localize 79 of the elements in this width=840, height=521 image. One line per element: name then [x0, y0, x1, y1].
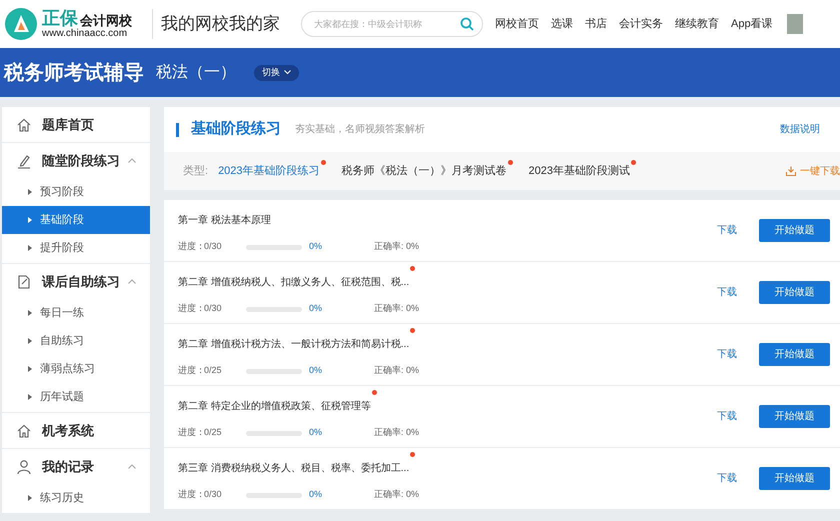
type-tab[interactable]: 税务师《税法（一）》月考测试卷 [342, 164, 507, 177]
progress-count: 0/30 [204, 488, 223, 502]
sidebar-subitem[interactable]: 历年试题 [2, 383, 150, 411]
chevron-down-icon [284, 70, 291, 75]
accuracy-text: 正确率: 0% [374, 240, 420, 254]
logo-url: www.chinaacc.com [42, 29, 128, 39]
progress-label: 进度： [178, 364, 204, 378]
sidebar-subitem[interactable]: 基础阶段 [2, 206, 150, 234]
chapter-title: 第二章 增值税计税方法、一般计税方法和简易计税... [178, 339, 410, 350]
user-icon [16, 458, 32, 474]
type-tab[interactable]: 2023年基础阶段测试 [528, 164, 630, 177]
start-button[interactable]: 开始做题 [759, 343, 830, 366]
progress-percent: 0% [309, 426, 324, 440]
nav-link[interactable]: 选课 [551, 16, 573, 32]
pen-icon [16, 152, 32, 168]
chapter-title: 第二章 特定企业的增值税政策、征税管理等 [178, 401, 371, 412]
progress-label: 进度： [178, 426, 204, 440]
download-icon [786, 166, 796, 176]
sidebar-subitem[interactable]: 预习阶段 [2, 178, 150, 206]
sidebar-item[interactable]: 题库首页 [2, 107, 150, 142]
accuracy-text: 正确率: 0% [374, 364, 420, 378]
data-help-link[interactable]: 数据说明 [780, 122, 820, 137]
section-subtitle: 夯实基础，名师视频答案解析 [295, 122, 425, 137]
download-link[interactable]: 下载 [717, 409, 737, 424]
nav-link[interactable]: 会计实务 [619, 16, 663, 32]
logo-icon [4, 7, 38, 41]
progress-label: 进度： [178, 488, 204, 502]
download-link[interactable]: 下载 [717, 285, 737, 300]
sidebar-item[interactable]: 随堂阶段练习 [2, 143, 150, 178]
download-link[interactable]: 下载 [717, 471, 737, 486]
download-link[interactable]: 下载 [717, 223, 737, 238]
logo-name: 会计网校 [80, 14, 132, 27]
chapter-title: 第一章 税法基本原理 [178, 215, 271, 226]
logo-brand: 正保 [42, 9, 78, 27]
progress-count: 0/25 [204, 364, 223, 378]
progress-label: 进度： [178, 302, 204, 316]
nav-link[interactable]: App看课 [731, 16, 773, 32]
accuracy-text: 正确率: 0% [374, 302, 420, 316]
progress-count: 0/25 [204, 426, 223, 440]
nav-link[interactable]: 网校首页 [495, 16, 539, 32]
chapter-title: 第三章 消费税纳税义务人、税目、税率、委托加工... [178, 463, 410, 474]
nav-link[interactable]: 继续教育 [675, 16, 719, 32]
sidebar-item[interactable]: 我的记录 [2, 449, 150, 484]
subject-title: 税法（一） [156, 62, 236, 82]
chapter-title: 第二章 增值税纳税人、扣缴义务人、征税范围、税... [178, 277, 410, 288]
progress-label: 进度： [178, 240, 204, 254]
accuracy-text: 正确率: 0% [374, 426, 420, 440]
search-icon[interactable] [460, 17, 474, 31]
avatar-placeholder[interactable] [786, 14, 803, 34]
progress-count: 0/30 [204, 302, 223, 316]
type-tab[interactable]: 2023年基础阶段练习 [218, 164, 320, 177]
sidebar-item[interactable]: 机考系统 [2, 413, 150, 448]
house-icon [16, 422, 32, 438]
house-icon [16, 116, 32, 132]
sidebar-subitem[interactable]: 自助练习 [2, 327, 150, 355]
banner-title: 税务师考试辅导 [4, 60, 144, 86]
sidebar-item[interactable]: 课后自助练习 [2, 264, 150, 299]
sidebar-subitem[interactable]: 每日一练 [2, 299, 150, 327]
sidebar-subitem[interactable]: 薄弱点练习 [2, 355, 150, 383]
type-label: 类型: [183, 164, 208, 179]
switch-button[interactable]: 切换 [254, 64, 299, 80]
sidebar-subitem[interactable]: 提升阶段 [2, 234, 150, 262]
start-button[interactable]: 开始做题 [759, 405, 830, 428]
start-button[interactable]: 开始做题 [759, 219, 830, 242]
progress-percent: 0% [309, 302, 324, 316]
nav-link[interactable]: 书店 [585, 16, 607, 32]
accuracy-text: 正确率: 0% [374, 488, 420, 502]
slogan: 我的网校我的家 [161, 13, 281, 36]
section-title: 基础阶段练习 [191, 119, 281, 140]
sidebar-subitem[interactable]: 练习历史 [2, 484, 150, 512]
progress-percent: 0% [309, 488, 324, 502]
start-button[interactable]: 开始做题 [759, 281, 830, 304]
progress-count: 0/30 [204, 240, 223, 254]
download-link[interactable]: 下载 [717, 347, 737, 362]
search-field[interactable]: 大家都在搜：中级会计职称 [301, 11, 483, 37]
progress-percent: 0% [309, 240, 324, 254]
progress-percent: 0% [309, 364, 324, 378]
note-icon [16, 274, 32, 290]
start-button[interactable]: 开始做题 [759, 467, 830, 490]
